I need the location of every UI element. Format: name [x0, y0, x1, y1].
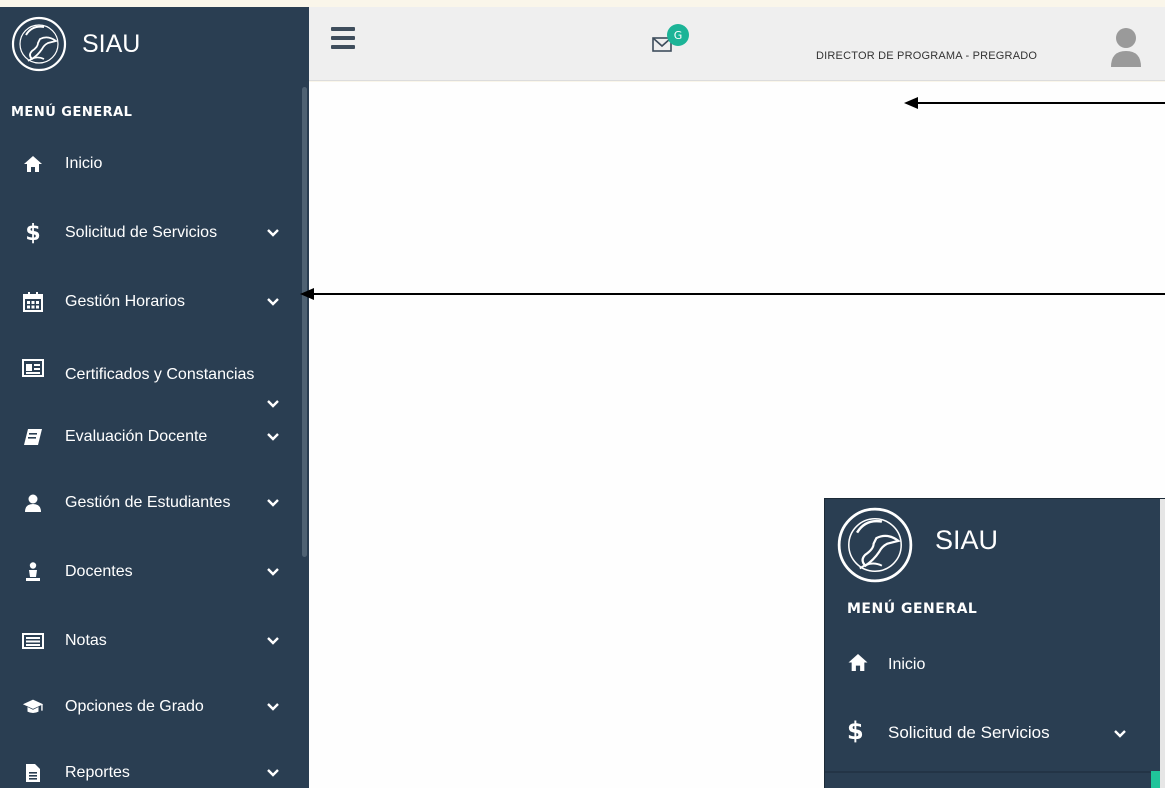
inset-sidebar-zoom: SIAU MENÚ GENERAL Inicio $ Solicitud de … [824, 498, 1165, 788]
sidebar-item-solicitud-servicios[interactable]: $ Solicitud de Servicios [825, 713, 1160, 753]
unillanos-logo [11, 16, 67, 72]
inset-divider [825, 771, 1160, 773]
sidebar-item-label: Certificados y Constancias [65, 366, 255, 383]
unillanos-logo [837, 507, 913, 583]
annotation-arrowhead [300, 288, 314, 300]
chevron-down-icon [267, 568, 279, 576]
sidebar-item-label: Inicio [65, 155, 103, 172]
chevron-down-icon [267, 703, 279, 711]
user-icon [22, 492, 44, 514]
menu-header: MENÚ GENERAL [11, 105, 133, 120]
sidebar-item-opciones-grado[interactable]: Opciones de Grado [0, 687, 300, 727]
sidebar-item-inicio[interactable]: Inicio [825, 644, 1160, 684]
sidebar-item-docentes[interactable]: Docentes [0, 552, 300, 592]
sidebar-item-label: Opciones de Grado [65, 698, 204, 715]
topbar: G DIRECTOR DE PROGRAMA - PREGRADO [309, 7, 1165, 81]
graduation-cap-icon [22, 696, 44, 718]
file-icon [22, 762, 44, 784]
sidebar-item-evaluacion-docente[interactable]: Evaluación Docente [0, 417, 300, 457]
sidebar-scrollbar[interactable] [302, 87, 307, 557]
sidebar-item-label: Solicitud de Servicios [888, 723, 1050, 742]
menu-toggle-icon[interactable] [331, 27, 355, 49]
sidebar: SIAU MENÚ GENERAL Inicio $ Solicitud de … [0, 7, 309, 788]
sidebar-item-label: Gestión Horarios [65, 293, 186, 310]
annotation-arrowhead [904, 97, 918, 109]
sidebar-item-label: Solicitud de Servicios [65, 224, 218, 241]
chevron-down-icon [267, 769, 279, 777]
user-role[interactable]: DIRECTOR DE PROGRAMA - PREGRADO [816, 50, 1037, 62]
notification-badge[interactable]: G [667, 24, 689, 46]
chevron-down-icon [1114, 730, 1126, 738]
sidebar-item-inicio[interactable]: Inicio [0, 144, 300, 184]
sidebar-item-label: Docentes [65, 563, 133, 580]
dollar-icon: $ [847, 717, 864, 745]
sidebar-item-label: Inicio [888, 656, 926, 673]
chevron-down-icon [267, 229, 279, 237]
chevron-down-icon [267, 433, 279, 441]
sidebar-item-gestion-estudiantes[interactable]: Gestión de Estudiantes [0, 483, 300, 523]
brand[interactable]: SIAU [10, 15, 140, 73]
home-icon [847, 653, 869, 677]
chevron-down-icon [267, 298, 279, 306]
sidebar-item-certificados[interactable]: Certificados y Constancias [0, 348, 300, 408]
sidebar-item-label: Notas [65, 632, 107, 649]
dollar-icon: $ [25, 220, 41, 246]
annotation-arrow-topbar [918, 102, 1165, 104]
teacher-icon [22, 561, 44, 583]
sidebar-item-label: Reportes [65, 764, 130, 781]
sidebar-item-reportes[interactable]: Reportes [0, 753, 300, 788]
id-card-icon [22, 357, 44, 379]
menu-header: MENÚ GENERAL [847, 601, 978, 617]
calendar-icon [22, 291, 44, 313]
home-icon [22, 153, 44, 175]
sidebar-item-notas[interactable]: Notas [0, 621, 300, 661]
chevron-down-icon [267, 637, 279, 645]
book-icon [22, 426, 44, 448]
annotation-arrow-sidebar [314, 293, 1165, 295]
sidebar-item-label: Evaluación Docente [65, 428, 208, 445]
sidebar-item-solicitud-servicios[interactable]: $ Solicitud de Servicios [0, 213, 300, 253]
active-indicator [1151, 771, 1160, 788]
inset-topbar-edge [1160, 499, 1165, 788]
chevron-down-icon [267, 499, 279, 507]
app-title: SIAU [82, 29, 141, 58]
list-icon [22, 630, 44, 652]
app-title: SIAU [935, 525, 999, 555]
user-avatar-icon[interactable] [1109, 25, 1143, 67]
sidebar-item-gestion-horarios[interactable]: Gestión Horarios [0, 282, 300, 322]
chevron-down-icon [267, 400, 279, 408]
sidebar-item-label: Gestión de Estudiantes [65, 494, 231, 511]
